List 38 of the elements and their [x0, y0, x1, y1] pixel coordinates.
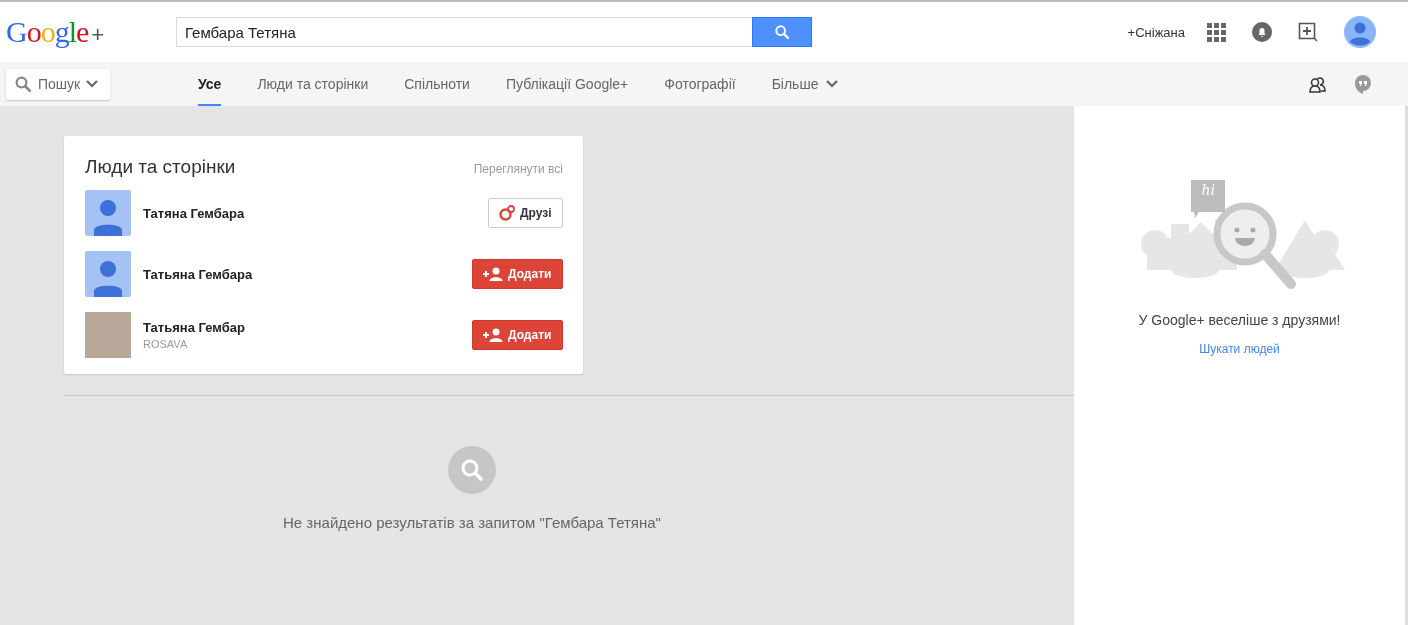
circles-icon: [499, 205, 515, 221]
add-to-circles-button[interactable]: Додати: [472, 259, 563, 289]
add-to-circles-button[interactable]: Додати: [472, 320, 563, 350]
speech-bubble-text: hi: [1201, 182, 1215, 198]
search-filter-dropdown[interactable]: Пошук: [6, 68, 110, 100]
chevron-down-icon: [86, 80, 99, 88]
find-people-link[interactable]: Шукати людей: [1199, 342, 1280, 356]
speech-bubble-icon[interactable]: [1354, 74, 1372, 94]
nav-tab[interactable]: Більше: [771, 62, 839, 106]
nav-tab[interactable]: Спільноти: [404, 62, 470, 106]
card-title: Люди та сторінки: [85, 156, 236, 178]
person-name[interactable]: Татьяна Гембара: [143, 266, 472, 282]
apps-grid-icon[interactable]: [1207, 22, 1226, 42]
google-plus-logo[interactable]: Google+: [6, 15, 176, 49]
photo-placeholder: [85, 312, 131, 358]
add-post-icon[interactable]: [1298, 22, 1318, 42]
search-icon: [14, 75, 32, 93]
person-subtitle: ROSAVA: [143, 338, 189, 350]
search-button[interactable]: [752, 17, 812, 47]
search-icon: [774, 24, 790, 40]
nav-tab[interactable]: Люди та сторінки: [257, 62, 369, 106]
avatar-placeholder: [85, 190, 131, 236]
nav-tab[interactable]: Публікації Google+: [505, 62, 629, 106]
friends-circle-button[interactable]: Друзі: [488, 198, 563, 228]
add-person-icon: [483, 267, 503, 281]
search-field[interactable]: Гембара Тетяна: [176, 17, 752, 47]
person-name[interactable]: Татяна Гембара: [143, 205, 488, 221]
search-icon: [448, 446, 496, 494]
no-results-message: Не знайдено результатів за запитом "Гембара Тетяна": [283, 514, 661, 531]
add-person-icon: [483, 328, 503, 342]
notification-bell-icon[interactable]: [1252, 22, 1272, 42]
profile-avatar[interactable]: [1344, 16, 1376, 48]
person-name[interactable]: Татьяна Гембар: [143, 320, 472, 335]
avatar-placeholder: [85, 251, 131, 297]
user-profile-link[interactable]: +Сніжана: [1127, 24, 1185, 40]
sidebar-message: У Google+ веселіше з друзями!: [1138, 312, 1341, 328]
nav-tab[interactable]: Фотографії: [664, 62, 736, 106]
nav-tab[interactable]: Усе: [198, 62, 222, 106]
